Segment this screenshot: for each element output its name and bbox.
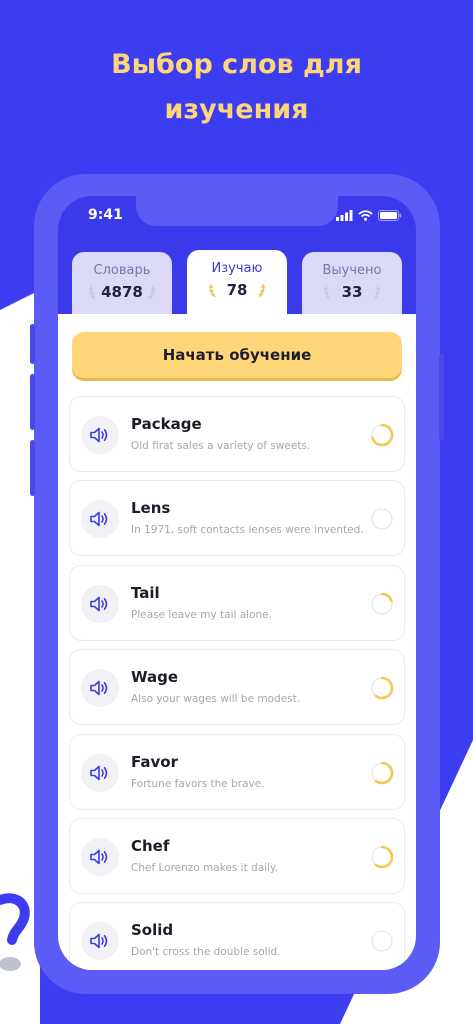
laurel-left-icon bbox=[208, 283, 216, 298]
word-text: Tail bbox=[131, 583, 160, 602]
progress-ring-icon bbox=[370, 423, 394, 447]
speaker-button[interactable] bbox=[81, 669, 119, 708]
progress-ring-icon bbox=[371, 930, 393, 953]
word-text: Solid bbox=[131, 921, 174, 940]
phone-side-button bbox=[30, 374, 35, 430]
status-time: 9:41 bbox=[88, 207, 123, 223]
speaker-button[interactable] bbox=[81, 584, 119, 623]
word-card[interactable]: Wage Also your wages will be modest. bbox=[69, 649, 405, 726]
battery-icon bbox=[378, 210, 402, 221]
wifi-icon bbox=[358, 210, 373, 221]
laurel-right-icon bbox=[148, 285, 155, 300]
word-card[interactable]: Solid Don't cross the double solid. bbox=[69, 902, 405, 970]
speaker-button[interactable] bbox=[81, 922, 119, 961]
word-card[interactable]: Lens In 1971, soft contacts lenses were … bbox=[69, 480, 405, 557]
signal-icon bbox=[336, 210, 353, 221]
phone-notch bbox=[136, 196, 338, 226]
tab-label: Словарь bbox=[93, 263, 151, 278]
speaker-button[interactable] bbox=[81, 753, 119, 792]
laurel-right-icon bbox=[258, 283, 266, 298]
word-example: Old firat sales a variety of sweets. bbox=[131, 440, 311, 452]
word-list-panel: Начать обучение Package Old firat sales … bbox=[58, 314, 416, 970]
tab-count: 33 bbox=[341, 283, 363, 301]
phone-screen: 9:41 Словарь 4878 Изучаю 78 Выучено 33 Н… bbox=[58, 196, 416, 970]
word-text: Lens bbox=[131, 499, 171, 518]
speaker-icon bbox=[90, 512, 108, 527]
speaker-icon bbox=[90, 934, 108, 949]
tab-label: Изучаю bbox=[211, 261, 263, 276]
start-learning-button[interactable]: Начать обучение bbox=[72, 332, 402, 378]
speaker-icon bbox=[90, 596, 108, 612]
speaker-button[interactable] bbox=[81, 500, 119, 539]
word-example: Also your wages will be modest. bbox=[131, 693, 301, 706]
word-example: Fortune favors the brave. bbox=[131, 777, 265, 790]
status-icons bbox=[336, 210, 402, 221]
speaker-icon bbox=[90, 427, 108, 443]
tab-label: Выучено bbox=[322, 263, 382, 278]
word-example: In 1971, soft contacts lenses were inven… bbox=[131, 524, 364, 537]
laurel-right-icon bbox=[373, 285, 381, 300]
tab-count: 4878 bbox=[101, 283, 143, 301]
page-headline: Выбор слов для изучения bbox=[0, 42, 473, 132]
tab-learned[interactable]: Выучено 33 bbox=[302, 252, 402, 316]
laurel-left-icon bbox=[323, 285, 331, 300]
phone-side-button bbox=[439, 354, 444, 440]
speaker-button[interactable] bbox=[81, 416, 119, 454]
word-example: Please leave my tail alone. bbox=[131, 608, 272, 621]
word-card[interactable]: Chef Chef Lorenzo makes it daily. bbox=[69, 818, 405, 894]
speaker-icon bbox=[90, 680, 108, 696]
word-card[interactable]: Package Old firat sales a variety of swe… bbox=[69, 396, 405, 472]
phone-frame: 9:41 Словарь 4878 Изучаю 78 Выучено 33 Н… bbox=[30, 174, 444, 994]
progress-ring-icon bbox=[371, 508, 393, 531]
word-text: Favor bbox=[131, 752, 178, 771]
word-text: Wage bbox=[131, 668, 179, 687]
question-mark-decoration bbox=[0, 893, 30, 971]
tab-dictionary[interactable]: Словарь 4878 bbox=[72, 252, 172, 316]
headline-line-2: изучения bbox=[164, 94, 309, 125]
word-card[interactable]: Favor Fortune favors the brave. bbox=[69, 733, 405, 810]
word-text: Chef bbox=[131, 837, 170, 855]
word-text: Package bbox=[131, 415, 202, 433]
word-example: Don't cross the double solid. bbox=[131, 946, 281, 959]
progress-ring-icon bbox=[370, 761, 394, 784]
phone-side-button bbox=[30, 440, 35, 496]
tab-count: 78 bbox=[226, 281, 248, 299]
speaker-icon bbox=[90, 849, 108, 865]
progress-ring-icon bbox=[370, 845, 394, 869]
speaker-button[interactable] bbox=[81, 838, 119, 876]
phone-side-button bbox=[30, 324, 35, 364]
word-example: Chef Lorenzo makes it daily. bbox=[131, 862, 279, 874]
laurel-left-icon bbox=[89, 285, 96, 300]
progress-ring-icon bbox=[370, 592, 394, 616]
word-card[interactable]: Tail Please leave my tail alone. bbox=[69, 564, 405, 641]
headline-line-1: Выбор слов для bbox=[111, 49, 362, 80]
tab-learning[interactable]: Изучаю 78 bbox=[187, 250, 287, 320]
speaker-icon bbox=[90, 765, 108, 780]
progress-ring-icon bbox=[370, 676, 394, 700]
